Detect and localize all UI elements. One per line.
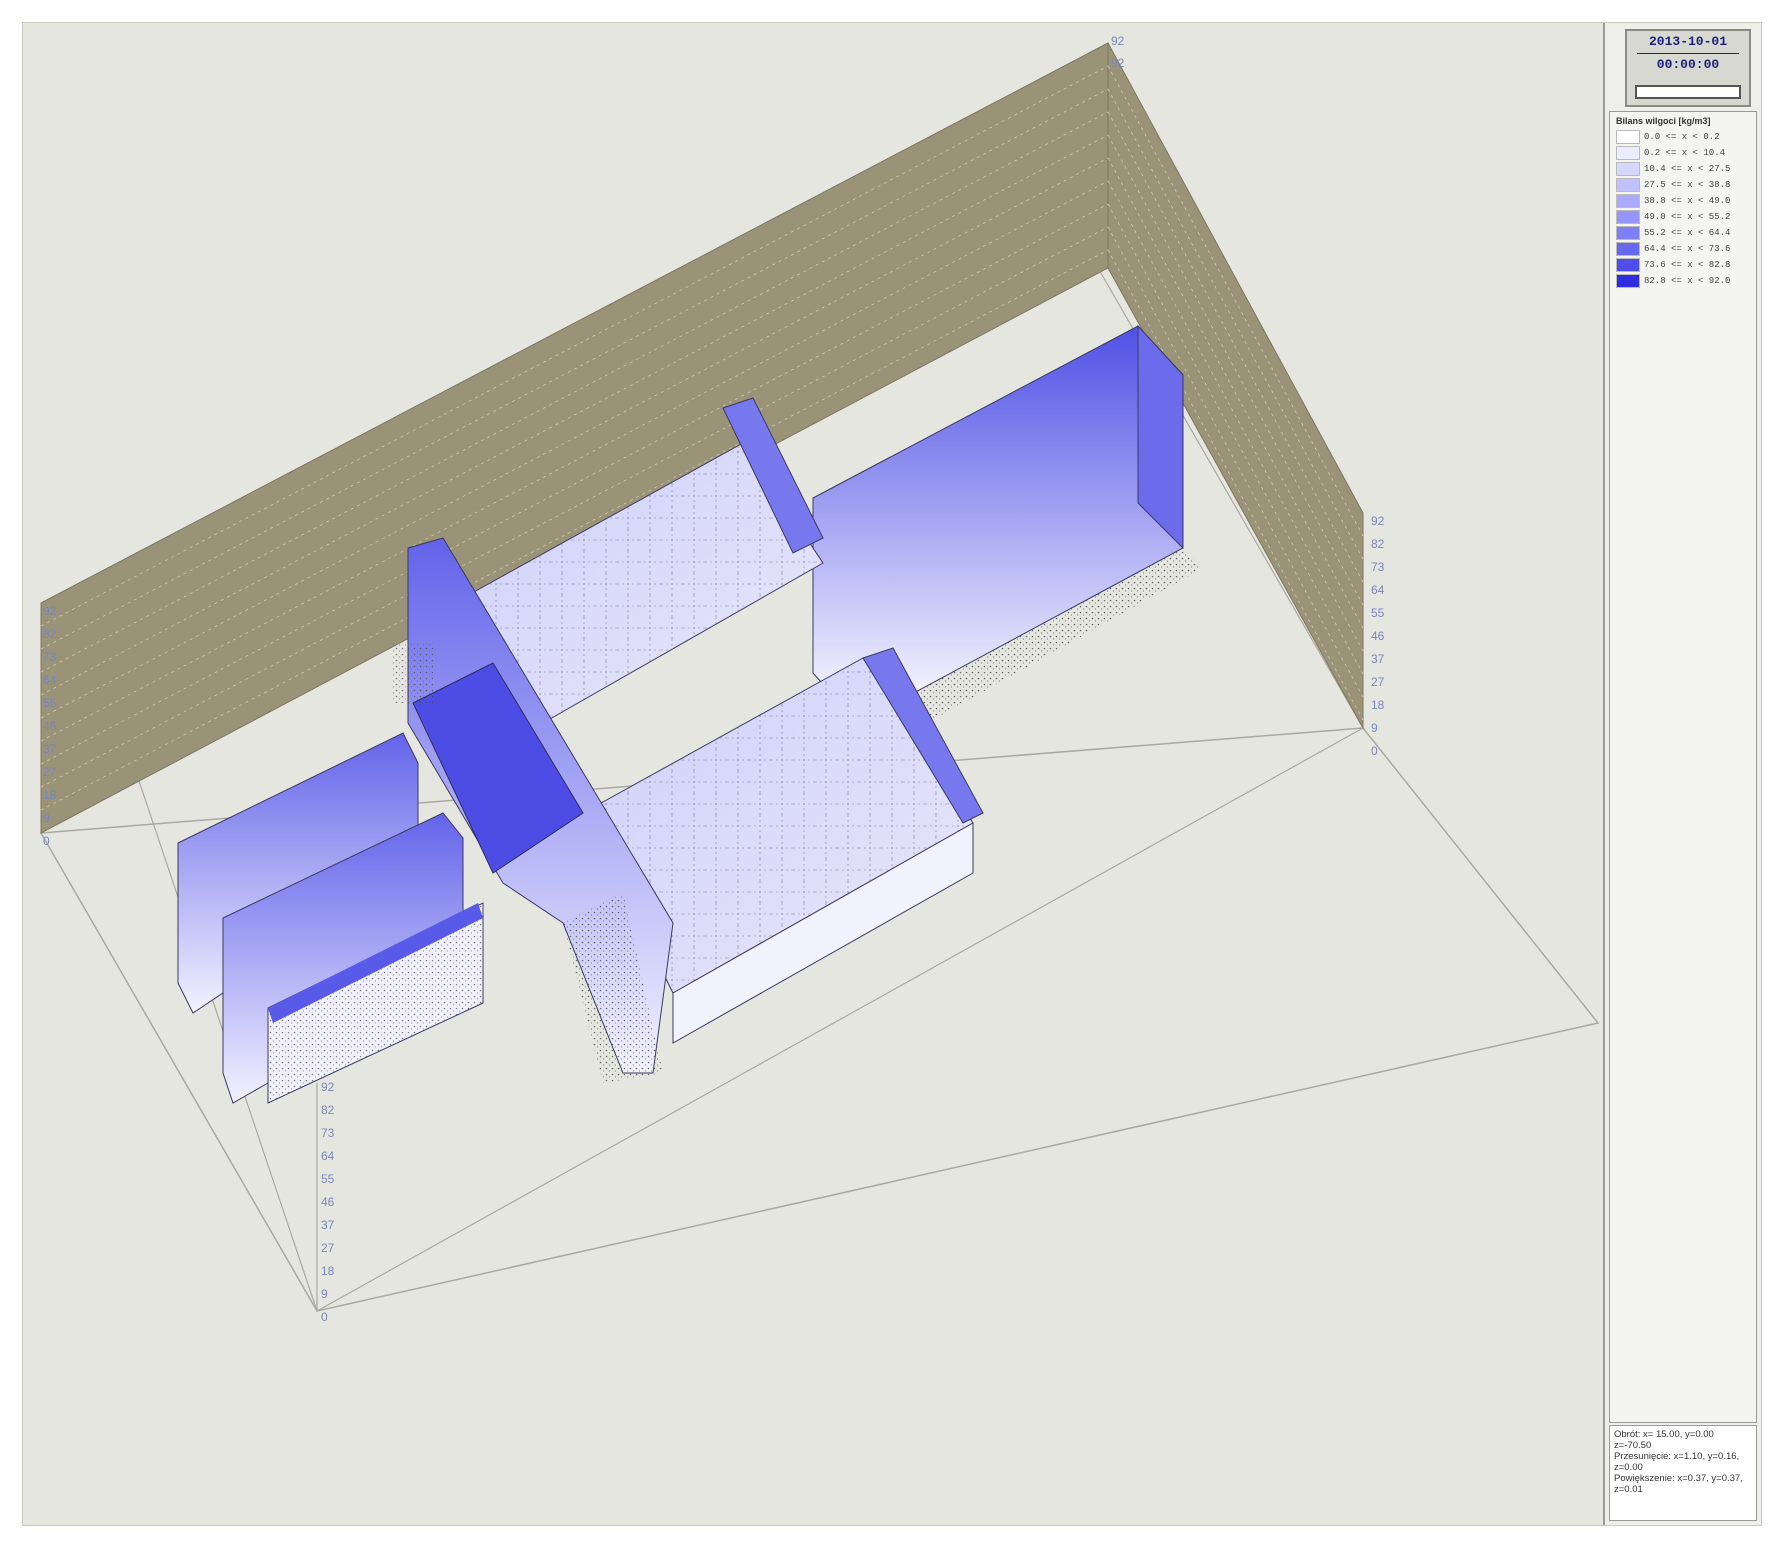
side-panel: 2013-10-01 00:00:00 Bilans wilgoci [kg/m… <box>1603 23 1761 1525</box>
color-legend: Bilans wilgoci [kg/m3] 0.0 <= x < 0.2 0.2… <box>1609 111 1757 1423</box>
surface-ridges-left <box>177 732 484 1104</box>
right-wall-tick: 18 <box>1371 698 1385 712</box>
left-wall-tick: 73 <box>43 650 57 664</box>
3d-viewport[interactable]: 92 82 73 64 55 46 37 27 18 9 0 92 82 73 64 55 46 37 27 18 9… <box>23 23 1603 1525</box>
left-wall-tick: 18 <box>43 788 57 802</box>
left-wall-tick: 82 <box>43 627 57 641</box>
legend-item: 64.4 <= x < 73.6 <box>1610 241 1756 257</box>
legend-item: 38.8 <= x < 49.0 <box>1610 193 1756 209</box>
legend-swatch <box>1616 130 1640 144</box>
left-wall-tick: 55 <box>43 696 57 710</box>
left-wall-tick: 37 <box>43 742 57 756</box>
clock-date: 2013-10-01 <box>1648 34 1727 49</box>
right-wall-tick: 73 <box>1371 560 1385 574</box>
vertical-axis-tick: 37 <box>321 1218 335 1232</box>
legend-label: 73.6 <= x < 82.8 <box>1644 260 1731 270</box>
right-wall-tick: 82 <box>1371 537 1385 551</box>
legend-swatch <box>1616 242 1640 256</box>
legend-swatch <box>1616 178 1640 192</box>
vertical-axis-tick: 46 <box>321 1195 335 1209</box>
left-wall-tick: 0 <box>43 834 50 848</box>
zoom-readout: Powiększenie: x=0.37, y=0.37, z=0.01 <box>1614 1473 1743 1495</box>
legend-label: 38.8 <= x < 49.0 <box>1644 196 1731 206</box>
simulation-progress-bar[interactable] <box>1635 85 1741 99</box>
left-wall-tick: 27 <box>43 765 57 779</box>
right-wall-tick: 55 <box>1371 606 1385 620</box>
vertical-axis-tick: 9 <box>321 1287 328 1301</box>
legend-label: 27.5 <= x < 38.8 <box>1644 180 1731 190</box>
translation-readout: Przesunięcie: x=1.10, y=0.16, z=0.00 <box>1614 1451 1740 1473</box>
right-wall-tick: 9 <box>1371 721 1378 735</box>
right-wall-tick: 46 <box>1371 629 1385 643</box>
right-wall-tick: 92 <box>1371 514 1385 528</box>
top-corner-tick: 92 <box>1111 34 1125 48</box>
vertical-axis-tick: 27 <box>321 1241 335 1255</box>
legend-swatch <box>1616 226 1640 240</box>
right-wall-tick: 0 <box>1371 744 1378 758</box>
legend-item: 82.8 <= x < 92.0 <box>1610 273 1756 289</box>
legend-label: 49.0 <= x < 55.2 <box>1644 212 1731 222</box>
legend-item: 0.0 <= x < 0.2 <box>1610 129 1756 145</box>
legend-item: 0.2 <= x < 10.4 <box>1610 145 1756 161</box>
legend-swatch <box>1616 210 1640 224</box>
right-wall-tick: 64 <box>1371 583 1385 597</box>
vertical-axis-tick: 92 <box>321 1080 335 1094</box>
vertical-axis-tick: 64 <box>321 1149 335 1163</box>
legend-item: 73.6 <= x < 82.8 <box>1610 257 1756 273</box>
legend-label: 82.8 <= x < 92.0 <box>1644 276 1731 286</box>
floor-dotted-patch <box>393 643 433 703</box>
left-wall-tick: 92 <box>43 604 57 618</box>
right-wall-tick: 37 <box>1371 652 1385 666</box>
legend-swatch <box>1616 274 1640 288</box>
view-status: Obrót: x= 15.00, y=0.00 z=-70.50 Przesun… <box>1609 1425 1757 1521</box>
legend-item: 55.2 <= x < 64.4 <box>1610 225 1756 241</box>
legend-item: 49.0 <= x < 55.2 <box>1610 209 1756 225</box>
top-corner-tick: 92 <box>1111 56 1125 70</box>
clock-time: 00:00:00 <box>1656 57 1720 72</box>
legend-swatch <box>1616 258 1640 272</box>
rotation-readout: Obrót: x= 15.00, y=0.00 z=-70.50 <box>1614 1429 1714 1451</box>
legend-item: 27.5 <= x < 38.8 <box>1610 177 1756 193</box>
legend-label: 55.2 <= x < 64.4 <box>1644 228 1731 238</box>
vertical-axis-tick: 18 <box>321 1264 335 1278</box>
left-wall-tick: 9 <box>43 811 50 825</box>
right-wall-tick-labels: 92 82 73 64 55 46 37 27 18 9 0 <box>1371 514 1385 758</box>
legend-rows: 0.0 <= x < 0.2 0.2 <= x < 10.4 10.4 <= x <… <box>1610 129 1756 289</box>
vertical-axis-tick: 82 <box>321 1103 335 1117</box>
legend-label: 10.4 <= x < 27.5 <box>1644 164 1731 174</box>
vertical-axis-tick-labels: 92 82 73 64 55 46 37 27 18 9 0 <box>321 1080 335 1324</box>
right-wall-tick: 27 <box>1371 675 1385 689</box>
legend-title: Bilans wilgoci [kg/m3] <box>1616 116 1711 126</box>
3d-scene[interactable]: 92827364554637271890 9282736455463727189… <box>23 23 1603 1525</box>
vertical-axis-tick: 0 <box>321 1310 328 1324</box>
legend-label: 0.2 <= x < 10.4 <box>1644 148 1726 158</box>
legend-swatch <box>1616 162 1640 176</box>
legend-item: 10.4 <= x < 27.5 <box>1610 161 1756 177</box>
moisture-visualization-window: 92 82 73 64 55 46 37 27 18 9 0 92 82 73 64 55 46 37 27 18 9… <box>22 22 1762 1526</box>
clock-display[interactable]: 2013-10-01 00:00:00 <box>1625 29 1751 107</box>
legend-swatch <box>1616 194 1640 208</box>
left-wall-tick: 46 <box>43 719 57 733</box>
left-wall-tick: 64 <box>43 673 57 687</box>
vertical-axis-tick: 55 <box>321 1172 335 1186</box>
legend-label: 0.0 <= x < 0.2 <box>1644 132 1720 142</box>
legend-swatch <box>1616 146 1640 160</box>
legend-label: 64.4 <= x < 73.6 <box>1644 244 1731 254</box>
vertical-axis-tick: 73 <box>321 1126 335 1140</box>
